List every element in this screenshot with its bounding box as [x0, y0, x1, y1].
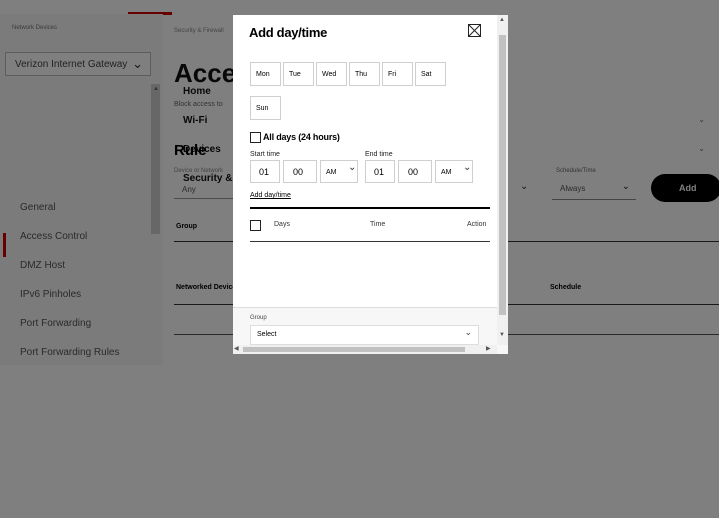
end-hour-value: 01: [374, 167, 385, 177]
day-button-fri[interactable]: Fri: [382, 62, 413, 86]
table-header-divider: [250, 241, 490, 242]
start-minute-input[interactable]: 00: [283, 160, 317, 183]
start-ampm-select[interactable]: AM ⌄: [320, 160, 358, 183]
time-column-header: Time: [370, 221, 386, 228]
table-top-border: [250, 207, 490, 209]
end-ampm-select[interactable]: AM ⌄: [435, 160, 473, 183]
scroll-right-arrow-icon[interactable]: ▶: [486, 345, 491, 352]
scroll-down-arrow-icon[interactable]: ▼: [499, 332, 505, 338]
all-days-label: All days (24 hours): [263, 132, 340, 142]
add-day-time-link[interactable]: Add day/time: [250, 192, 291, 199]
end-time-label: End time: [365, 151, 393, 158]
all-days-checkbox[interactable]: [250, 132, 261, 143]
end-hour-input[interactable]: 01: [365, 160, 395, 183]
day-label: Thu: [355, 71, 368, 78]
day-button-thu[interactable]: Thu: [349, 62, 380, 86]
add-day-time-modal: Add day/time Mon Tue Wed Thu Fri Sat Sun…: [233, 15, 508, 354]
end-minute-input[interactable]: 00: [398, 160, 432, 183]
day-button-sun[interactable]: Sun: [250, 96, 281, 120]
day-button-wed[interactable]: Wed: [316, 62, 347, 86]
day-button-sat[interactable]: Sat: [415, 62, 446, 86]
start-hour-value: 01: [259, 167, 270, 177]
day-label: Fri: [388, 71, 397, 78]
select-all-checkbox[interactable]: [250, 220, 261, 231]
modal-horizontal-scrollbar[interactable]: ◀ ▶: [233, 345, 497, 354]
chevron-down-icon: ⌄: [464, 327, 472, 337]
action-column-header: Action: [467, 221, 487, 228]
start-ampm-value: AM: [326, 169, 337, 176]
end-minute-value: 00: [408, 167, 419, 177]
scroll-up-arrow-icon[interactable]: ▲: [499, 17, 505, 23]
day-button-mon[interactable]: Mon: [250, 62, 281, 86]
start-minute-value: 00: [293, 167, 304, 177]
group-select-value: Select: [257, 331, 277, 338]
scroll-left-arrow-icon[interactable]: ◀: [234, 345, 239, 352]
group-select[interactable]: Select ⌄: [250, 325, 479, 345]
scrollbar-thumb[interactable]: [499, 35, 506, 315]
day-label: Wed: [322, 71, 337, 78]
modal-vertical-scrollbar[interactable]: ▲ ▼: [497, 15, 508, 345]
end-ampm-value: AM: [441, 169, 452, 176]
group-label: Group: [250, 315, 267, 321]
day-label: Sat: [421, 71, 432, 78]
day-label: Tue: [289, 71, 301, 78]
modal-title: Add day/time: [249, 25, 328, 40]
start-time-label: Start time: [250, 151, 280, 158]
chevron-down-icon: ⌄: [463, 162, 472, 173]
day-label: Mon: [256, 71, 270, 78]
day-label: Sun: [256, 105, 269, 112]
chevron-down-icon: ⌄: [348, 162, 357, 173]
days-column-header: Days: [274, 221, 290, 228]
close-icon[interactable]: [468, 24, 481, 37]
day-button-tue[interactable]: Tue: [283, 62, 314, 86]
scrollbar-thumb[interactable]: [243, 347, 465, 352]
start-hour-input[interactable]: 01: [250, 160, 280, 183]
